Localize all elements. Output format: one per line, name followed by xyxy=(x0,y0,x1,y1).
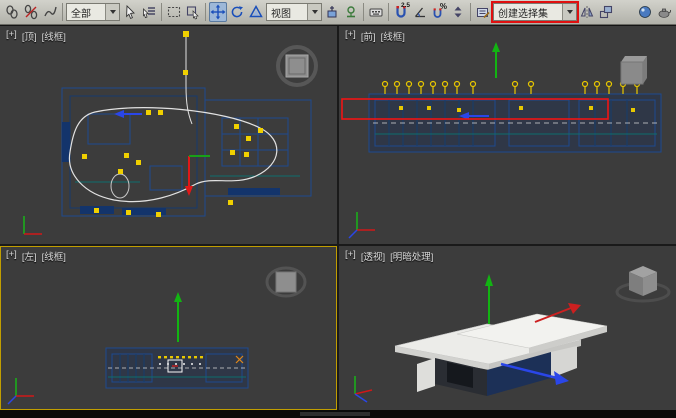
viewport-top-label: [+] [顶] [线框] xyxy=(6,29,66,43)
reference-coordinate-system-dropdown[interactable]: 视图 xyxy=(266,3,322,21)
viewport-left-label: [+] [左] [线框] xyxy=(6,249,66,263)
viewport-front-label: [+] [前] [线框] xyxy=(345,29,405,43)
toolbar-separator xyxy=(161,3,162,21)
viewport-menu-general[interactable]: [+] xyxy=(6,249,17,263)
top-viewport-wireframe xyxy=(0,26,337,244)
viewport-grid: [+] [顶] [线框] xyxy=(0,26,676,410)
select-by-name-icon[interactable] xyxy=(140,2,158,22)
select-and-manipulate-icon[interactable] xyxy=(342,2,360,22)
chevron-down-icon[interactable] xyxy=(562,4,576,20)
viewcube xyxy=(267,268,305,296)
toolbar-separator xyxy=(388,3,389,21)
viewport-menu-pov[interactable]: [左] xyxy=(22,249,37,263)
select-and-rotate-icon[interactable] xyxy=(228,2,246,22)
viewport-menu-shading[interactable]: [线框] xyxy=(42,249,66,263)
use-pivot-point-center-icon[interactable] xyxy=(323,2,341,22)
select-and-move-icon[interactable] xyxy=(209,2,227,22)
named-selection-sets-dropdown[interactable]: 创建选择集 xyxy=(493,3,577,21)
unlink-selection-icon[interactable] xyxy=(22,2,40,22)
bind-to-space-warp-icon[interactable] xyxy=(41,2,59,22)
toolbar-separator xyxy=(205,3,206,21)
toolbar-separator xyxy=(470,3,471,21)
percent-snap-toggle-icon[interactable]: % xyxy=(430,2,448,22)
material-editor-icon[interactable] xyxy=(636,2,654,22)
viewport-menu-pov[interactable]: [透视] xyxy=(361,249,385,263)
front-viewport-wireframe xyxy=(339,26,676,244)
viewport-top[interactable]: [+] [顶] [线框] xyxy=(0,26,337,244)
viewcube xyxy=(278,47,316,85)
viewport-menu-general[interactable]: [+] xyxy=(345,249,356,263)
viewcube xyxy=(621,56,647,84)
percent-label: % xyxy=(440,3,447,11)
left-viewport-wireframe xyxy=(0,246,337,410)
viewport-perspective[interactable]: [+] [透视] [明暗处理] xyxy=(339,246,676,410)
viewport-left[interactable]: [+] [左] [线框] xyxy=(0,246,337,410)
axis-tripod xyxy=(349,212,375,238)
selection-filter-dropdown[interactable]: 全部 xyxy=(66,3,120,21)
select-object-icon[interactable] xyxy=(121,2,139,22)
viewport-menu-shading[interactable]: [线框] xyxy=(42,29,66,43)
angle-snap-toggle-icon[interactable] xyxy=(411,2,429,22)
axis-tripod xyxy=(24,216,42,234)
viewport-menu-pov[interactable]: [前] xyxy=(361,29,376,43)
viewport-menu-pov[interactable]: [顶] xyxy=(22,29,37,43)
viewport-menu-general[interactable]: [+] xyxy=(6,29,17,43)
toolbar-separator xyxy=(363,3,364,21)
mirror-icon[interactable] xyxy=(578,2,596,22)
viewport-perspective-label: [+] [透视] [明暗处理] xyxy=(345,249,433,263)
window-crossing-toggle-icon[interactable] xyxy=(184,2,202,22)
render-setup-icon[interactable] xyxy=(655,2,673,22)
main-toolbar: 全部 视图 2.5 xyxy=(0,0,676,25)
chevron-down-icon[interactable] xyxy=(105,4,119,20)
rectangular-selection-region-icon[interactable] xyxy=(165,2,183,22)
select-and-link-icon[interactable] xyxy=(3,2,21,22)
viewport-menu-shading[interactable]: [线框] xyxy=(381,29,405,43)
axis-tripod xyxy=(355,376,372,402)
viewport-menu-shading[interactable]: [明暗处理] xyxy=(390,249,433,263)
keyboard-shortcut-override-icon[interactable] xyxy=(367,2,385,22)
viewcube xyxy=(617,266,669,301)
bottom-strip-nub xyxy=(300,412,370,416)
align-icon[interactable] xyxy=(597,2,615,22)
viewport-front[interactable]: [+] [前] [线框] xyxy=(339,26,676,244)
perspective-viewport-model xyxy=(339,246,676,410)
named-selection-value: 创建选择集 xyxy=(498,5,562,20)
snap-toggle-2-5-icon[interactable]: 2.5 xyxy=(392,2,410,22)
viewport-menu-general[interactable]: [+] xyxy=(345,29,356,43)
spinner-snap-toggle-icon[interactable] xyxy=(449,2,467,22)
selection-filter-value: 全部 xyxy=(71,5,105,20)
snap-mode-label: 2.5 xyxy=(401,2,410,9)
reference-coordinate-value: 视图 xyxy=(271,5,307,20)
select-and-uniform-scale-icon[interactable] xyxy=(247,2,265,22)
toolbar-separator xyxy=(62,3,63,21)
chevron-down-icon[interactable] xyxy=(307,4,321,20)
bottom-edge-strip xyxy=(0,410,676,418)
edit-named-selection-sets-icon[interactable] xyxy=(474,2,492,22)
axis-tripod xyxy=(8,378,34,404)
